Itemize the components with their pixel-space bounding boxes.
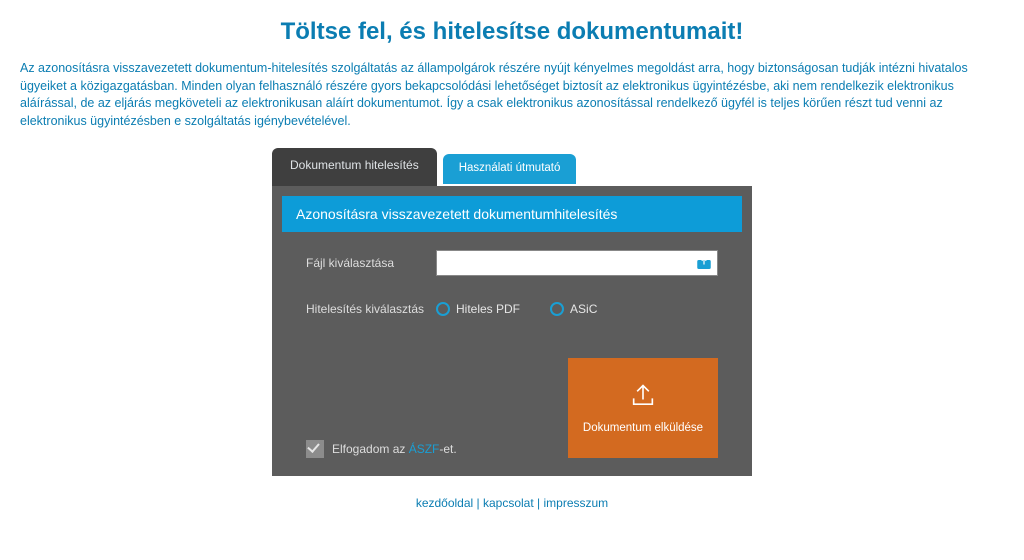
footer-impressum-link[interactable]: impresszum bbox=[543, 496, 608, 510]
page-title: Töltse fel, és hitelesítse dokumentumait… bbox=[20, 18, 1004, 46]
accept-text: Elfogadom az ÁSZF-et. bbox=[332, 442, 457, 456]
upload-file-icon[interactable] bbox=[695, 254, 713, 272]
bottom-row: Elfogadom az ÁSZF-et. Dokumentum elküldé… bbox=[282, 350, 742, 464]
radio-label: ASiC bbox=[570, 302, 597, 316]
accept-post: -et. bbox=[439, 442, 456, 456]
auth-row: Hitelesítés kiválasztás Hiteles PDF ASiC bbox=[306, 302, 718, 316]
file-row: Fájl kiválasztása bbox=[306, 250, 718, 276]
file-input[interactable] bbox=[436, 250, 718, 276]
panel-banner: Azonosításra visszavezetett dokumentumhi… bbox=[282, 196, 742, 232]
footer-links: kezdőoldal | kapcsolat | impresszum bbox=[20, 496, 1004, 510]
tab-usage-guide[interactable]: Használati útmutató bbox=[443, 154, 577, 184]
radio-icon bbox=[550, 302, 564, 316]
form-panel: Azonosításra visszavezetett dokumentumhi… bbox=[272, 186, 752, 476]
radio-hiteles-pdf[interactable]: Hiteles PDF bbox=[436, 302, 520, 316]
radio-asic[interactable]: ASiC bbox=[550, 302, 597, 316]
tab-document-auth[interactable]: Dokumentum hitelesítés bbox=[272, 148, 437, 186]
tab-bar: Dokumentum hitelesítés Használati útmuta… bbox=[272, 148, 752, 186]
submit-label: Dokumentum elküldése bbox=[583, 422, 703, 434]
radio-icon bbox=[436, 302, 450, 316]
submit-button[interactable]: Dokumentum elküldése bbox=[568, 358, 718, 458]
file-label: Fájl kiválasztása bbox=[306, 256, 436, 270]
auth-label: Hitelesítés kiválasztás bbox=[306, 302, 436, 316]
radio-label: Hiteles PDF bbox=[456, 302, 520, 316]
aszf-link[interactable]: ÁSZF bbox=[409, 442, 440, 456]
footer-contact-link[interactable]: kapcsolat bbox=[483, 496, 534, 510]
intro-text: Az azonosításra visszavezetett dokumentu… bbox=[20, 60, 1004, 130]
upload-icon bbox=[629, 382, 657, 410]
accept-terms[interactable]: Elfogadom az ÁSZF-et. bbox=[306, 440, 457, 458]
checkbox-icon[interactable] bbox=[306, 440, 324, 458]
upload-widget: Dokumentum hitelesítés Használati útmuta… bbox=[272, 148, 752, 476]
accept-pre: Elfogadom az bbox=[332, 442, 409, 456]
auth-radio-group: Hiteles PDF ASiC bbox=[436, 302, 597, 316]
footer-home-link[interactable]: kezdőoldal bbox=[416, 496, 473, 510]
